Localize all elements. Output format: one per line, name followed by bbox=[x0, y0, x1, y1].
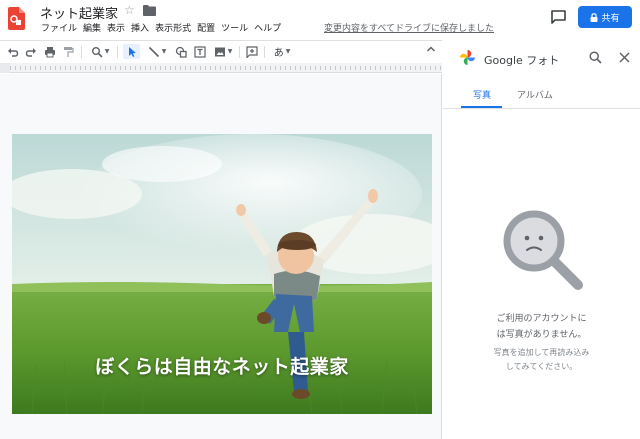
menu-help[interactable]: ヘルプ bbox=[251, 23, 284, 37]
line-tool-button[interactable]: ▼ bbox=[144, 44, 170, 59]
empty-hint-line: してみてください。 bbox=[505, 362, 578, 371]
line-icon bbox=[148, 46, 159, 57]
toolbar: ▼ ▼ ▼ あ ▼ bbox=[0, 40, 442, 62]
print-button[interactable] bbox=[43, 44, 57, 59]
toolbar-divider bbox=[81, 46, 82, 58]
chevron-down-icon: ▼ bbox=[104, 48, 110, 55]
print-icon bbox=[45, 46, 55, 57]
document-title[interactable]: ネット起業家 bbox=[40, 3, 118, 22]
textbox-icon bbox=[194, 45, 206, 58]
share-button-label: 共有 bbox=[601, 13, 620, 24]
panel-tabs: 写真 アルバム bbox=[443, 78, 640, 109]
chevron-down-icon: ▼ bbox=[227, 48, 233, 55]
save-status-link[interactable]: 変更内容をすべてドライブに保存しました bbox=[324, 23, 494, 35]
image-icon bbox=[214, 47, 225, 56]
active-tab-indicator bbox=[461, 106, 502, 108]
empty-message-line: ご利用のアカウントに bbox=[496, 314, 587, 324]
empty-hint-line: 写真を追加して再読み込み bbox=[493, 348, 590, 357]
google-photos-logo-icon bbox=[460, 50, 475, 65]
tab-photos[interactable]: 写真 bbox=[473, 88, 491, 101]
lock-icon bbox=[590, 12, 598, 22]
shape-tool-button[interactable] bbox=[174, 44, 188, 59]
select-tool-button[interactable] bbox=[123, 44, 140, 59]
text-input-icon: あ bbox=[273, 48, 284, 59]
comment-history-icon[interactable] bbox=[551, 10, 566, 24]
paint-format-icon bbox=[64, 46, 74, 57]
ruler-ticks bbox=[10, 66, 442, 70]
empty-message: ご利用のアカウントに は写真がありません。 bbox=[443, 311, 640, 343]
close-icon[interactable] bbox=[619, 52, 630, 63]
menu-insert[interactable]: 挿入 bbox=[128, 23, 152, 37]
collapse-menus-icon[interactable] bbox=[426, 44, 436, 54]
empty-message-line: は写真がありません。 bbox=[496, 330, 587, 340]
share-button[interactable]: 共有 bbox=[578, 6, 632, 28]
folder-icon[interactable] bbox=[143, 5, 156, 16]
textbox-tool-button[interactable] bbox=[193, 44, 207, 59]
ruler-corner bbox=[0, 63, 10, 73]
chevron-down-icon: ▼ bbox=[161, 48, 167, 55]
toolbar-divider bbox=[239, 46, 240, 58]
shape-icon bbox=[175, 46, 187, 58]
star-icon[interactable]: ☆ bbox=[124, 3, 135, 17]
toolbar-divider bbox=[117, 46, 118, 58]
horizontal-ruler bbox=[10, 63, 442, 73]
zoom-icon bbox=[91, 46, 103, 58]
menu-file[interactable]: ファイル bbox=[38, 23, 80, 37]
text-input-button[interactable]: あ ▼ bbox=[270, 44, 294, 59]
menu-bar: ファイル 編集 表示 挿入 表示形式 配置 ツール ヘルプ bbox=[38, 23, 284, 37]
google-photos-panel: Google フォト 写真 アルバム ご利用のアカウントに は写真がありません。… bbox=[443, 40, 640, 439]
drawing-app: ネット起業家 ☆ ファイル 編集 表示 挿入 表示形式 配置 ツール ヘルプ 変… bbox=[0, 0, 640, 439]
menu-view[interactable]: 表示 bbox=[104, 23, 128, 37]
toolbar-divider bbox=[264, 46, 265, 58]
search-icon[interactable] bbox=[589, 51, 602, 64]
title-bar: ネット起業家 ☆ ファイル 編集 表示 挿入 表示形式 配置 ツール ヘルプ 変… bbox=[0, 0, 640, 40]
sad-magnifier-icon bbox=[503, 210, 583, 290]
menu-arrange[interactable]: 配置 bbox=[194, 23, 218, 37]
drawing-canvas[interactable]: ぼくらは自由なネット起業家 bbox=[0, 74, 442, 439]
menu-format[interactable]: 表示形式 bbox=[152, 23, 194, 37]
undo-icon bbox=[8, 47, 19, 57]
insert-comment-icon bbox=[246, 45, 258, 58]
paint-format-button[interactable] bbox=[61, 44, 75, 59]
redo-icon bbox=[25, 47, 36, 57]
undo-button[interactable] bbox=[6, 44, 20, 59]
slide[interactable]: ぼくらは自由なネット起業家 bbox=[12, 134, 432, 414]
select-icon bbox=[128, 46, 136, 57]
chevron-down-icon: ▼ bbox=[285, 48, 291, 55]
panel-title: Google フォト bbox=[484, 54, 560, 67]
menu-edit[interactable]: 編集 bbox=[80, 23, 104, 37]
drawings-logo-icon[interactable] bbox=[8, 7, 25, 30]
tab-albums[interactable]: アルバム bbox=[517, 88, 553, 101]
image-tool-button[interactable]: ▼ bbox=[211, 44, 235, 59]
empty-hint: 写真を追加して再読み込み してみてください。 bbox=[443, 346, 640, 374]
zoom-button[interactable]: ▼ bbox=[88, 44, 112, 59]
insert-comment-button[interactable] bbox=[245, 44, 259, 59]
menu-tools[interactable]: ツール bbox=[218, 23, 251, 37]
redo-button[interactable] bbox=[24, 44, 38, 59]
slide-caption[interactable]: ぼくらは自由なネット起業家 bbox=[12, 352, 432, 379]
